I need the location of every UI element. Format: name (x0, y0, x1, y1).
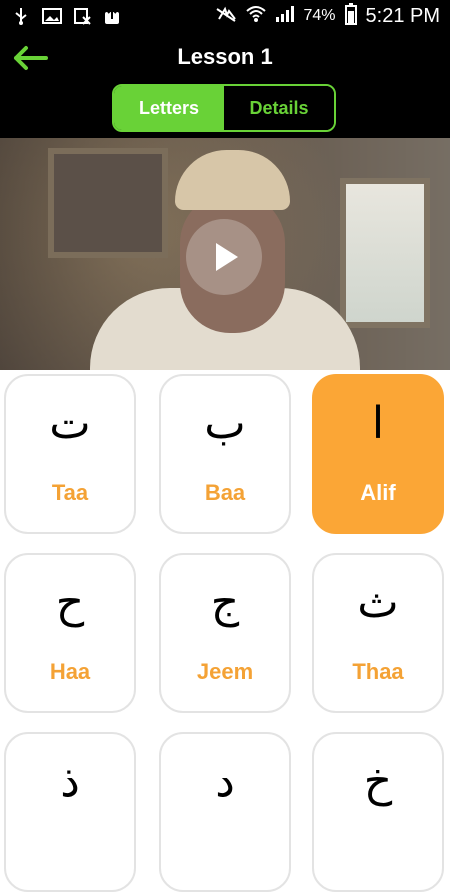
window-background (340, 178, 430, 328)
segmented-control: Letters Details (112, 84, 336, 132)
image-icon (40, 6, 64, 26)
letter-arabic: ح (55, 577, 85, 628)
signal-icon (275, 5, 295, 27)
letter-name: Baa (204, 480, 246, 505)
play-button[interactable] (186, 219, 262, 295)
letter-tile-dal[interactable]: د (159, 732, 291, 892)
wifi-icon (245, 5, 267, 27)
letter-arabic: ت (49, 398, 91, 449)
letter-name: Jeem (196, 659, 254, 684)
upload-icon (100, 6, 124, 26)
status-time: 5:21 PM (365, 4, 440, 27)
letter-arabic: ث (357, 577, 399, 628)
letter-tile-dhal[interactable]: ذ (4, 732, 136, 892)
letter-tile-khaa[interactable]: خ (312, 732, 444, 892)
letter-name: Alif (360, 480, 396, 505)
letter-tile-baa[interactable]: ب Baa (159, 374, 291, 534)
letter-arabic: ب (204, 398, 246, 449)
usb-icon (10, 6, 32, 26)
letter-tile-thaa[interactable]: ث Thaa (312, 553, 444, 713)
letter-tile-taa[interactable]: ت Taa (4, 374, 136, 534)
tab-letters[interactable]: Letters (114, 86, 224, 130)
battery-icon (344, 3, 358, 29)
letter-name: Taa (51, 480, 89, 505)
letter-arabic: خ (363, 756, 393, 807)
letter-arabic: ج (210, 577, 240, 628)
letter-arabic: ذ (60, 756, 80, 807)
app-header: Lesson 1 Letters Details (0, 32, 450, 138)
battery-percentage: 74% (303, 7, 336, 24)
mute-icon (215, 5, 237, 27)
letters-grid: ت Taa ب Baa ا Alif ح Haa ج Jeem ث Thaa ذ… (0, 370, 450, 892)
status-bar: 74% 5:21 PM (0, 0, 450, 32)
lesson-video[interactable] (0, 138, 450, 370)
letter-name: Haa (49, 659, 91, 684)
play-icon (216, 243, 238, 271)
page-title: Lesson 1 (177, 44, 273, 69)
letter-tile-jeem[interactable]: ج Jeem (159, 553, 291, 713)
sim-off-icon (70, 6, 94, 26)
calligraphy-frame (48, 148, 168, 258)
letter-arabic: د (215, 756, 235, 807)
letter-name: Thaa (352, 659, 404, 684)
letter-arabic: ا (371, 398, 385, 449)
letter-tile-haa[interactable]: ح Haa (4, 553, 136, 713)
tab-details[interactable]: Details (224, 86, 334, 130)
letter-tile-alif[interactable]: ا Alif (312, 374, 444, 534)
